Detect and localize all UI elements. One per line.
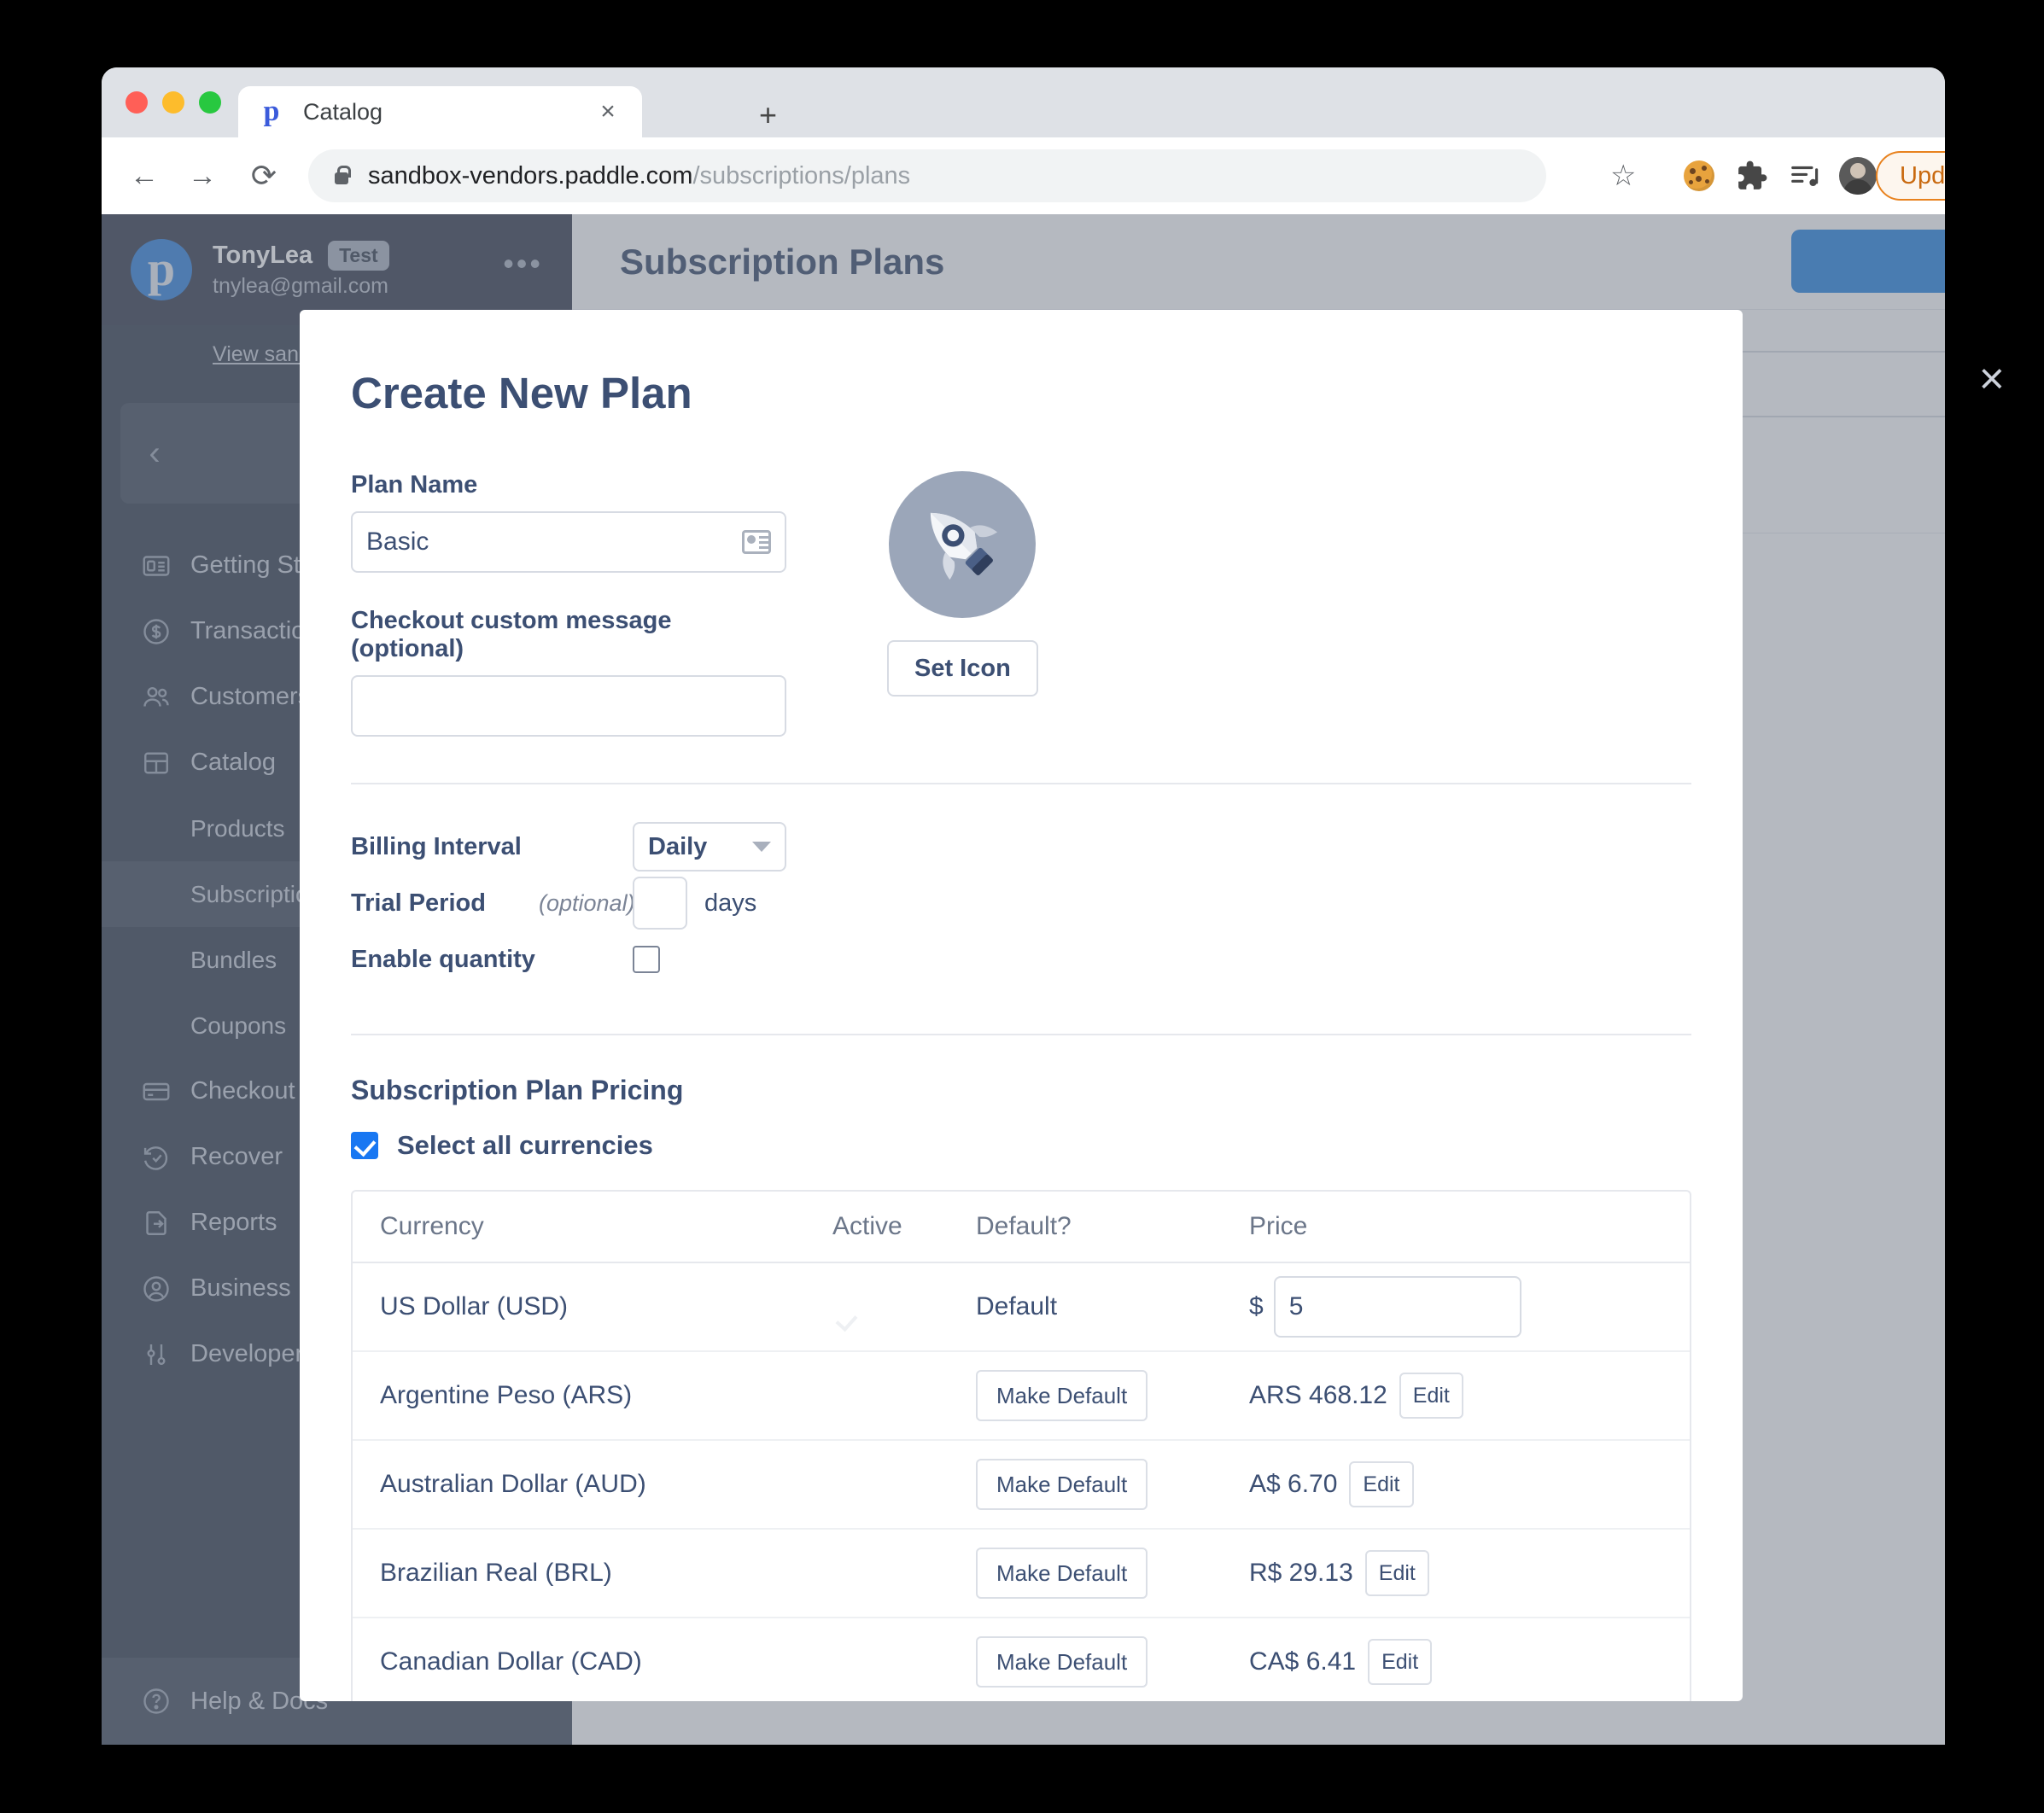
plan-icon-picker: Set Icon — [887, 471, 1038, 737]
billing-interval-value: Daily — [648, 833, 752, 861]
custom-message-input[interactable] — [366, 691, 771, 720]
price-value: ARS 468.12 — [1249, 1381, 1387, 1410]
chevron-down-icon — [752, 842, 771, 852]
update-button[interactable]: Update — [1876, 151, 1945, 201]
custom-message-label: Checkout custom message (optional) — [351, 607, 786, 663]
select-all-currencies-row[interactable]: Select all currencies — [300, 1106, 1743, 1161]
close-modal-button[interactable]: × — [1979, 357, 2005, 401]
plan-icon-preview — [889, 471, 1036, 618]
paddle-p-icon: p — [259, 99, 284, 125]
address-bar[interactable]: sandbox-vendors.paddle.com/subscriptions… — [308, 149, 1546, 202]
minimize-window-button[interactable] — [162, 91, 184, 114]
edit-price-button[interactable]: Edit — [1349, 1461, 1413, 1507]
media-playlist-icon[interactable] — [1778, 160, 1831, 192]
pricing-section-heading: Subscription Plan Pricing — [300, 1035, 1743, 1106]
currency-name: Canadian Dollar (CAD) — [380, 1647, 832, 1676]
new-tab-button[interactable]: + — [759, 100, 777, 131]
select-all-currencies-label: Select all currencies — [397, 1130, 653, 1161]
bookmark-star-icon[interactable]: ☆ — [1610, 161, 1636, 190]
edit-price-button[interactable]: Edit — [1365, 1550, 1429, 1596]
lock-icon — [332, 165, 351, 187]
custom-message-field[interactable] — [351, 675, 786, 737]
billing-interval-label: Billing Interval — [351, 833, 539, 861]
column-header-active: Active — [832, 1212, 976, 1241]
create-new-plan-modal: Create New Plan Plan Name Checkout custo… — [300, 310, 1743, 1701]
billing-interval-select[interactable]: Daily — [633, 822, 786, 872]
tab-strip: p Catalog × + — [102, 67, 1945, 137]
default-indicator: Default — [976, 1292, 1249, 1321]
url-path: /subscriptions/plans — [692, 162, 910, 189]
edit-price-button[interactable]: Edit — [1368, 1639, 1432, 1685]
table-row: Australian Dollar (AUD) Make Default A$ … — [353, 1441, 1690, 1530]
price-value: R$ 29.13 — [1249, 1559, 1353, 1588]
window-traffic-lights — [126, 91, 221, 114]
modal-title: Create New Plan — [300, 310, 1743, 418]
currency-pricing-table: Currency Active Default? Price US Dollar… — [351, 1190, 1691, 1701]
tab-title: Catalog — [303, 99, 594, 125]
price-value: CA$ 6.41 — [1249, 1647, 1356, 1676]
cookie-icon[interactable] — [1673, 160, 1726, 191]
url-text: sandbox-vendors.paddle.com/subscriptions… — [368, 162, 910, 190]
trial-period-label: Trial Period — [351, 889, 539, 918]
currency-name: Argentine Peso (ARS) — [380, 1381, 832, 1410]
enable-quantity-label: Enable quantity — [351, 946, 539, 974]
make-default-button[interactable]: Make Default — [976, 1548, 1148, 1599]
update-button-label: Update — [1900, 162, 1945, 190]
table-row: US Dollar (USD) Default $ — [353, 1263, 1690, 1352]
enable-quantity-row: Enable quantity — [351, 931, 1691, 988]
currency-name: US Dollar (USD) — [380, 1292, 832, 1321]
plan-name-input[interactable] — [366, 528, 742, 557]
rocket-icon — [911, 493, 1013, 596]
make-default-button[interactable]: Make Default — [976, 1459, 1148, 1510]
column-header-currency: Currency — [380, 1212, 832, 1241]
trial-period-unit: days — [704, 889, 756, 918]
maximize-window-button[interactable] — [199, 91, 221, 114]
close-icon[interactable]: × — [594, 99, 622, 125]
toolbar-icons — [1673, 157, 1884, 195]
select-all-currencies-checkbox[interactable] — [351, 1132, 378, 1159]
price-input[interactable] — [1274, 1276, 1521, 1338]
column-header-default: Default? — [976, 1212, 1249, 1241]
make-default-button[interactable]: Make Default — [976, 1636, 1148, 1688]
trial-period-input[interactable] — [633, 877, 687, 930]
edit-price-button[interactable]: Edit — [1399, 1373, 1463, 1419]
currency-name: Australian Dollar (AUD) — [380, 1470, 832, 1499]
table-row: Canadian Dollar (CAD) Make Default CA$ 6… — [353, 1618, 1690, 1701]
contact-card-icon[interactable] — [742, 530, 771, 554]
currency-symbol: $ — [1249, 1292, 1264, 1321]
make-default-button[interactable]: Make Default — [976, 1370, 1148, 1421]
plan-name-label: Plan Name — [351, 471, 786, 499]
table-row: Brazilian Real (BRL) Make Default R$ 29.… — [353, 1530, 1690, 1618]
set-icon-button[interactable]: Set Icon — [887, 640, 1038, 697]
table-header-row: Currency Active Default? Price — [353, 1192, 1690, 1263]
enable-quantity-checkbox[interactable] — [633, 946, 660, 973]
browser-toolbar: ← → ⟳ sandbox-vendors.paddle.com/subscri… — [102, 137, 1945, 214]
reload-icon[interactable]: ⟳ — [238, 160, 289, 191]
table-row: Argentine Peso (ARS) Make Default ARS 46… — [353, 1352, 1690, 1441]
currency-name: Brazilian Real (BRL) — [380, 1559, 832, 1588]
billing-interval-row: Billing Interval Daily — [351, 819, 1691, 875]
back-icon[interactable]: ← — [119, 161, 170, 190]
close-window-button[interactable] — [126, 91, 148, 114]
price-value: A$ 6.70 — [1249, 1470, 1337, 1499]
plan-basic-fields: Plan Name Checkout custom message (optio… — [300, 418, 1743, 737]
billing-settings: Billing Interval Daily Trial Period (opt… — [300, 784, 1743, 988]
column-header-price: Price — [1249, 1212, 1662, 1241]
trial-period-row: Trial Period (optional) days — [351, 875, 1691, 931]
extensions-puzzle-icon[interactable] — [1726, 160, 1778, 192]
plan-name-field[interactable] — [351, 511, 786, 573]
url-host: sandbox-vendors.paddle.com — [368, 162, 692, 189]
browser-tab[interactable]: p Catalog × — [238, 86, 642, 137]
forward-icon[interactable]: → — [177, 161, 228, 190]
trial-period-optional: (optional) — [539, 890, 633, 917]
